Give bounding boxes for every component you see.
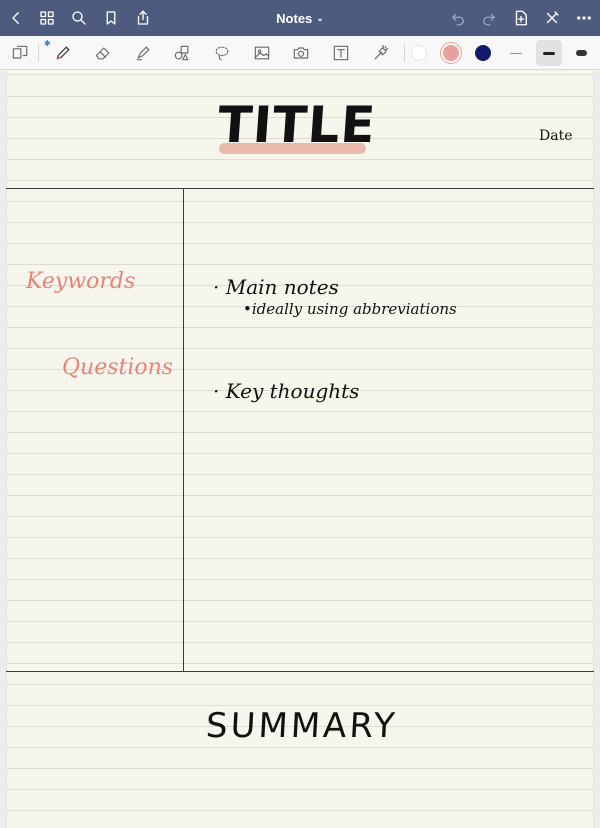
- camera-icon[interactable]: [288, 41, 314, 65]
- shapes-icon[interactable]: [169, 41, 195, 65]
- lasso-icon[interactable]: [209, 41, 235, 65]
- more-options-icon[interactable]: [572, 6, 596, 30]
- add-page-icon[interactable]: [509, 6, 533, 30]
- chevron-down-icon: ⌄: [316, 12, 324, 23]
- main-notes-text: · Main notes: [213, 275, 339, 299]
- sub-note-text: •ideally using abbreviations: [243, 300, 457, 318]
- notebook-title[interactable]: Notes ⌄: [250, 0, 350, 36]
- questions-cue: Questions: [62, 355, 174, 380]
- toolbar-divider: [38, 44, 39, 62]
- share-icon[interactable]: [131, 6, 155, 30]
- pages-icon[interactable]: [7, 41, 33, 65]
- nav-bar: Notes ⌄: [0, 0, 600, 36]
- tool-bar: ✱: [0, 36, 600, 70]
- page-margin-right: [594, 71, 600, 828]
- notebook-title-label: Notes: [276, 10, 313, 26]
- laser-pointer-icon[interactable]: [368, 41, 394, 65]
- back-icon[interactable]: [4, 6, 28, 30]
- date-label: Date: [539, 128, 573, 144]
- cue-column-divider: [183, 189, 184, 672]
- redo-icon[interactable]: [477, 6, 501, 30]
- undo-icon[interactable]: [446, 6, 470, 30]
- search-icon[interactable]: [67, 6, 91, 30]
- color-pink-selected[interactable]: [443, 45, 459, 61]
- summary-heading: SUMMARY: [204, 706, 399, 746]
- grid-view-icon[interactable]: [35, 6, 59, 30]
- color-navy[interactable]: [475, 45, 491, 61]
- page-title: TITLE: [215, 96, 378, 154]
- color-white[interactable]: [411, 45, 427, 61]
- stroke-size-thin[interactable]: [503, 40, 529, 66]
- pen-icon[interactable]: [50, 41, 76, 65]
- eraser-icon[interactable]: [90, 41, 116, 65]
- image-icon[interactable]: [249, 41, 275, 65]
- stroke-size-medium[interactable]: [536, 40, 562, 66]
- stroke-size-thick[interactable]: [568, 40, 594, 66]
- key-thoughts-text: · Key thoughts: [213, 379, 360, 403]
- keywords-cue: Keywords: [26, 269, 136, 294]
- header-divider: [6, 188, 594, 189]
- toolbar-divider: [404, 44, 405, 62]
- highlighter-icon[interactable]: [130, 41, 156, 65]
- bookmark-icon[interactable]: [99, 6, 123, 30]
- text-box-icon[interactable]: [328, 41, 354, 65]
- summary-divider: [6, 671, 594, 672]
- close-edit-icon[interactable]: [540, 6, 564, 30]
